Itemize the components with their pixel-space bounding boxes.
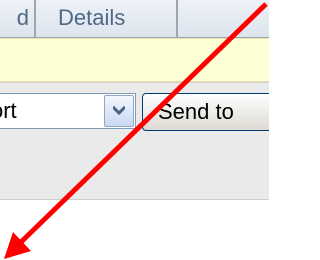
export-format-select-value: ort (0, 98, 17, 123)
send-to-button[interactable]: Send to (142, 93, 269, 131)
chevron-down-icon (113, 105, 125, 116)
tab-details-label: Details (58, 5, 126, 30)
select-dropdown-button[interactable] (104, 95, 134, 127)
export-format-select[interactable]: ort (0, 93, 136, 129)
tab-next[interactable] (177, 0, 269, 38)
tab-details[interactable]: Details (35, 0, 177, 38)
annotation-arrow-head (4, 232, 31, 259)
tab-previous-label: d (16, 5, 29, 30)
tab-previous[interactable]: d (0, 0, 35, 38)
message-band (0, 38, 269, 82)
screenshot-page: d Details ort Send to (0, 0, 269, 260)
toolbar: ort Send to (0, 82, 269, 200)
tab-strip: d Details (0, 0, 269, 38)
